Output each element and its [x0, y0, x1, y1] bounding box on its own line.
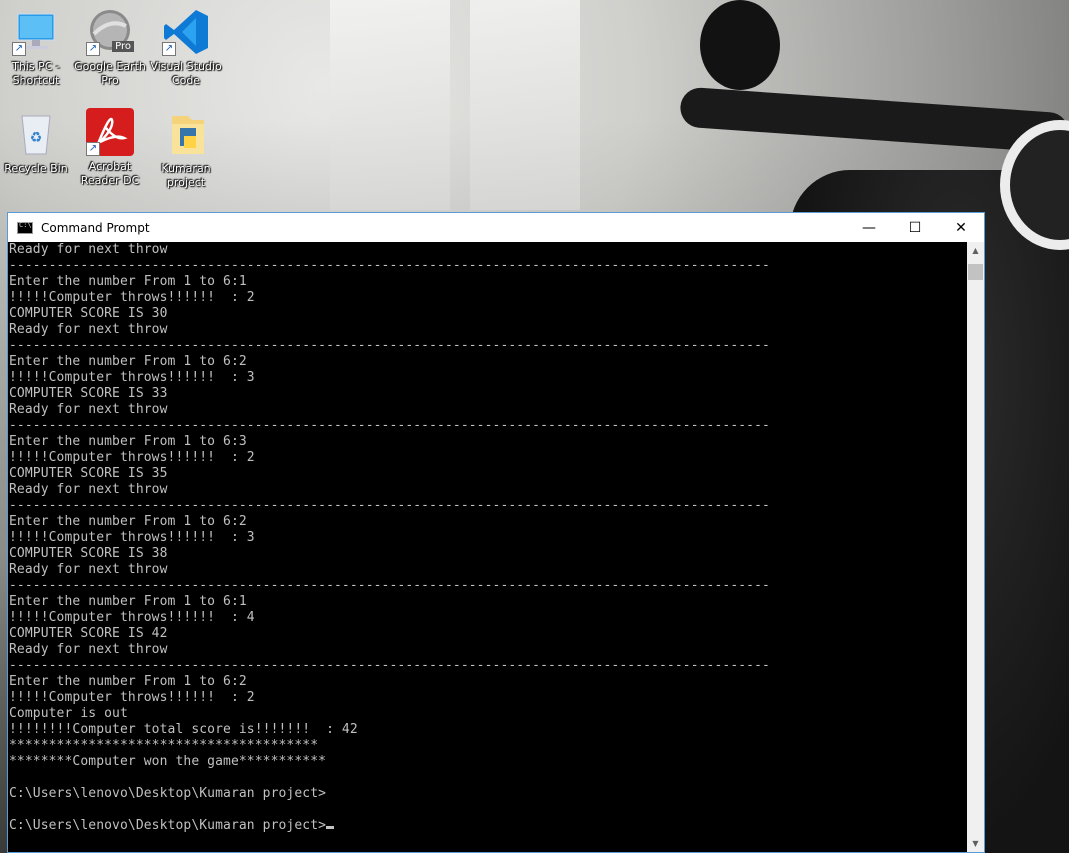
text-cursor [326, 826, 335, 829]
console-line: C:\Users\lenovo\Desktop\Kumaran project> [9, 818, 968, 834]
console-line: COMPUTER SCORE IS 42 [9, 626, 168, 641]
console-line: ----------------------------------------… [9, 418, 770, 433]
desktop-icon-kumaran-project[interactable]: Kumaran project [150, 110, 222, 190]
console-line: *************************************** [9, 738, 319, 753]
desktop-icon-google-earth-pro[interactable]: ↗ Pro Google Earth Pro [74, 8, 146, 88]
vertical-scrollbar[interactable]: ▲ ▼ [967, 242, 984, 852]
desktop-icon-label: Visual Studio Code [150, 60, 222, 87]
minimize-button[interactable]: — [846, 213, 892, 242]
scroll-up-arrow-icon[interactable]: ▲ [967, 242, 984, 259]
console-line: COMPUTER SCORE IS 35 [9, 466, 168, 481]
console-output[interactable]: Ready for next throw --------------------… [8, 242, 968, 852]
console-line: Ready for next throw [9, 322, 168, 337]
scroll-down-arrow-icon[interactable]: ▼ [967, 835, 984, 852]
console-line: ----------------------------------------… [9, 338, 770, 353]
desktop-icon-label: Google Earth Pro [74, 60, 146, 87]
console-line: COMPUTER SCORE IS 38 [9, 546, 168, 561]
desktop-icon-label: Kumaran project [161, 162, 211, 189]
console-line: Computer is out [9, 706, 128, 721]
console-line: Ready for next throw [9, 242, 168, 257]
console-line: ----------------------------------------… [9, 578, 770, 593]
desktop-icon-this-pc[interactable]: ↗ This PC - Shortcut [0, 8, 72, 88]
console-line: !!!!!Computer throws!!!!!! : 3 [9, 370, 255, 385]
close-button[interactable]: ✕ [938, 213, 984, 242]
svg-text:♻: ♻ [30, 130, 43, 146]
console-line: Enter the number From 1 to 6:3 [9, 434, 247, 449]
maximize-button[interactable]: ☐ [892, 213, 938, 242]
command-prompt-window[interactable]: Command Prompt — ☐ ✕ Ready for next thro… [7, 212, 985, 853]
computer-icon: ↗ [12, 8, 60, 56]
desktop-icon-visual-studio-code[interactable]: ↗ Visual Studio Code [150, 8, 222, 88]
shortcut-arrow-icon: ↗ [162, 42, 176, 56]
console-line: Enter the number From 1 to 6:2 [9, 674, 247, 689]
wallpaper-motorcycle-mirror [700, 0, 780, 90]
scrollbar-thumb[interactable] [968, 264, 983, 280]
wallpaper-window [330, 0, 450, 210]
desktop-icon-acrobat-reader-dc[interactable]: ↗ Acrobat Reader DC [74, 108, 146, 188]
vscode-icon: ↗ [162, 8, 210, 56]
console-line: Enter the number From 1 to 6:2 [9, 354, 247, 369]
console-line: !!!!!Computer throws!!!!!! : 2 [9, 690, 255, 705]
console-line: ********Computer won the game*********** [9, 754, 327, 769]
shortcut-arrow-icon: ↗ [12, 42, 26, 56]
console-line: Enter the number From 1 to 6:1 [9, 594, 247, 609]
console-line: COMPUTER SCORE IS 33 [9, 386, 168, 401]
google-earth-icon: ↗ Pro [86, 8, 134, 56]
console-line: !!!!!Computer throws!!!!!! : 2 [9, 290, 255, 305]
console-line: ----------------------------------------… [9, 498, 770, 513]
console-line: !!!!!!!!Computer total score is!!!!!!! :… [9, 722, 358, 737]
console-line: !!!!!Computer throws!!!!!! : 3 [9, 530, 255, 545]
cmd-app-icon [17, 221, 33, 234]
console-line: !!!!!Computer throws!!!!!! : 4 [9, 610, 255, 625]
console-line: Ready for next throw [9, 482, 168, 497]
wallpaper-window [470, 0, 580, 210]
desktop-icon-label: Recycle Bin [4, 162, 68, 175]
console-line: Enter the number From 1 to 6:1 [9, 274, 247, 289]
console-line: ----------------------------------------… [9, 258, 770, 273]
desktop-icon-label: This PC - Shortcut [12, 60, 60, 87]
shortcut-arrow-icon: ↗ [86, 142, 100, 156]
desktop-icon-label: Acrobat Reader DC [80, 160, 140, 187]
console-line: Ready for next throw [9, 642, 168, 657]
recycle-bin-icon: ♻ [12, 110, 60, 158]
folder-icon [162, 110, 210, 158]
console-line: Ready for next throw [9, 402, 168, 417]
console-line: Enter the number From 1 to 6:2 [9, 514, 247, 529]
window-titlebar[interactable]: Command Prompt — ☐ ✕ [8, 213, 984, 242]
window-title: Command Prompt [41, 220, 150, 235]
console-line: !!!!!Computer throws!!!!!! : 2 [9, 450, 255, 465]
acrobat-icon: ↗ [86, 108, 134, 156]
pro-badge: Pro [112, 41, 134, 52]
desktop-icon-recycle-bin[interactable]: ♻ Recycle Bin [0, 110, 72, 176]
console-line: COMPUTER SCORE IS 30 [9, 306, 168, 321]
console-line: C:\Users\lenovo\Desktop\Kumaran project> [9, 786, 327, 801]
console-line: Ready for next throw [9, 562, 168, 577]
shortcut-arrow-icon: ↗ [86, 42, 100, 56]
console-line: ----------------------------------------… [9, 658, 770, 673]
